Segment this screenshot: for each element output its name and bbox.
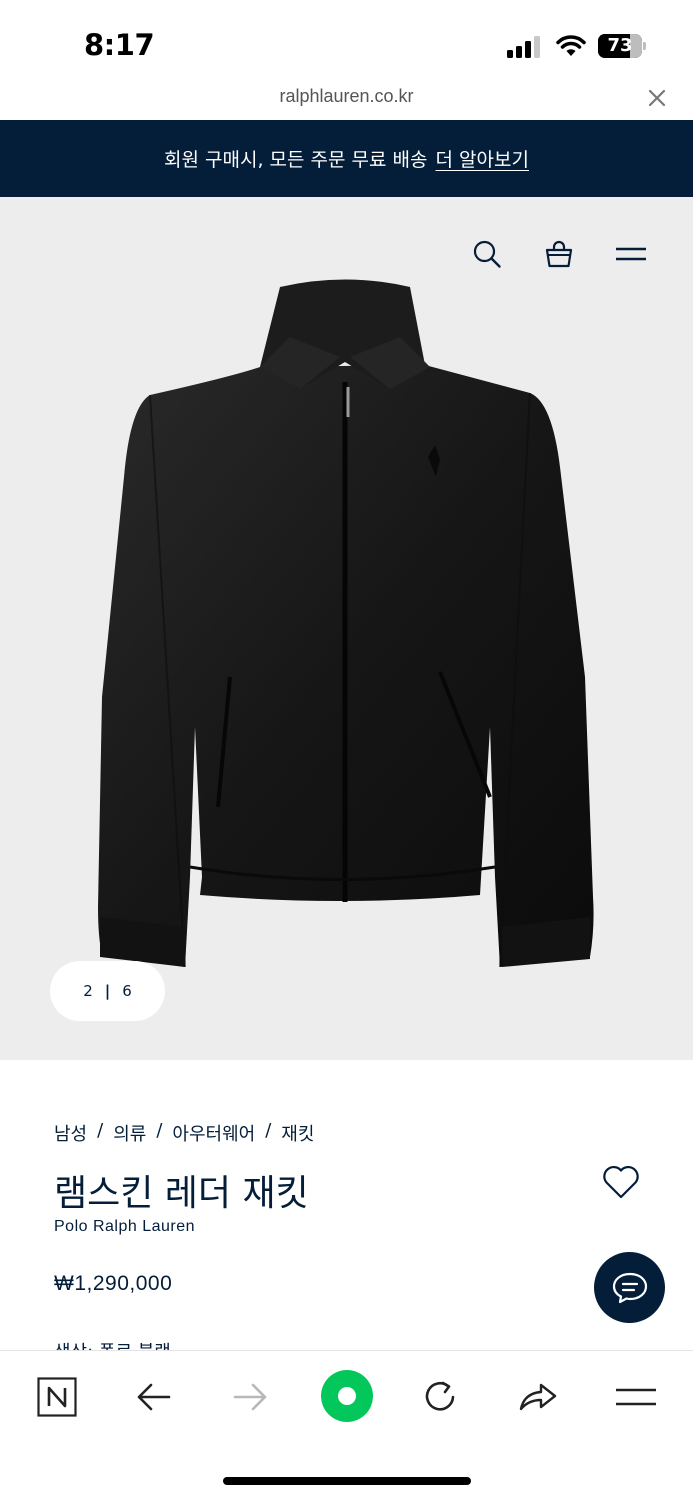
color-label: 색상: 폴로 블랙 xyxy=(54,1338,171,1350)
back-arrow-icon[interactable] xyxy=(134,1377,174,1417)
naver-icon[interactable] xyxy=(37,1377,77,1417)
product-details: 남성 / 의류 / 아우터웨어 / 재킷 램스킨 레더 재킷 Polo Ralp… xyxy=(0,1060,693,1350)
breadcrumb-item[interactable]: 재킷 xyxy=(281,1120,314,1146)
breadcrumb-item[interactable]: 의류 xyxy=(113,1120,146,1146)
status-bar: 8:17 73 xyxy=(0,0,693,80)
wishlist-heart-icon[interactable] xyxy=(602,1164,640,1200)
breadcrumb-item[interactable]: 아우터웨어 xyxy=(172,1120,255,1146)
forward-arrow-icon xyxy=(233,1383,267,1411)
browser-toolbar xyxy=(0,1350,693,1500)
battery-icon: 73 xyxy=(598,34,646,58)
promo-text: 회원 구매시, 모든 주문 무료 배송 xyxy=(164,149,428,171)
breadcrumb-separator: / xyxy=(265,1120,272,1141)
promo-learn-more-link[interactable]: 더 알아보기 xyxy=(436,145,529,172)
product-image-jacket xyxy=(98,279,594,968)
chat-button[interactable] xyxy=(594,1252,665,1323)
url-text[interactable]: ralphlauren.co.kr xyxy=(0,86,693,107)
breadcrumb-separator: / xyxy=(97,1120,104,1141)
breadcrumb-separator: / xyxy=(156,1120,163,1141)
breadcrumb-item[interactable]: 남성 xyxy=(54,1120,87,1146)
product-price: ₩1,290,000 xyxy=(54,1272,173,1295)
pager-separator: | xyxy=(104,982,111,1000)
menu-icon[interactable] xyxy=(616,1377,656,1417)
image-pager: 2 | 6 xyxy=(50,961,165,1021)
green-circle-home-icon[interactable] xyxy=(320,1369,374,1423)
close-icon[interactable] xyxy=(647,88,667,108)
breadcrumb: 남성 / 의류 / 아우터웨어 / 재킷 xyxy=(54,1120,314,1146)
product-title: 램스킨 레더 재킷 xyxy=(54,1173,309,1214)
cellular-signal-icon xyxy=(507,36,540,58)
address-bar[interactable]: ralphlauren.co.kr xyxy=(0,80,693,120)
home-indicator xyxy=(223,1477,471,1485)
shopping-bag-icon[interactable] xyxy=(544,239,574,269)
share-icon[interactable] xyxy=(518,1377,558,1417)
battery-level: 73 xyxy=(607,35,633,56)
product-brand: Polo Ralph Lauren xyxy=(54,1218,196,1235)
promo-banner: 회원 구매시, 모든 주문 무료 배송 더 알아보기 xyxy=(0,120,693,197)
status-time: 8:17 xyxy=(84,28,155,62)
pager-total: 6 xyxy=(122,982,132,1000)
menu-icon[interactable] xyxy=(616,239,646,269)
product-image-gallery[interactable]: 2 | 6 xyxy=(0,197,693,1060)
chat-icon xyxy=(612,1272,647,1303)
reload-icon[interactable] xyxy=(421,1377,461,1417)
search-icon[interactable] xyxy=(472,239,502,269)
wifi-icon xyxy=(556,35,586,56)
pager-current: 2 xyxy=(83,982,93,1000)
